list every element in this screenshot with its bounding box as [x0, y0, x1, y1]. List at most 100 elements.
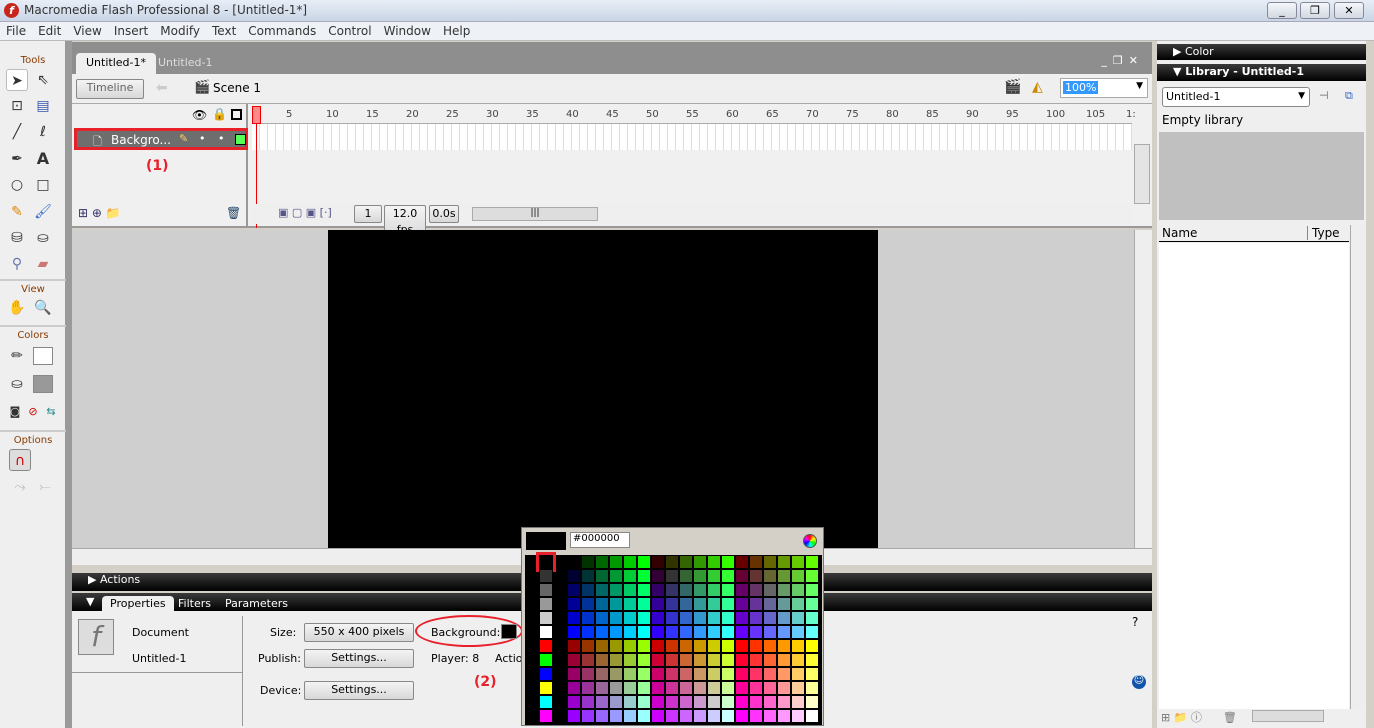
- color-swatch[interactable]: [735, 709, 749, 723]
- menu-modify[interactable]: Modify: [154, 22, 206, 38]
- color-swatch[interactable]: [609, 625, 623, 639]
- playhead[interactable]: [252, 106, 261, 124]
- color-swatch[interactable]: [539, 625, 553, 639]
- column-type[interactable]: Type: [1307, 226, 1340, 240]
- scene-label[interactable]: Scene 1: [213, 81, 261, 95]
- color-swatch[interactable]: [679, 709, 693, 723]
- color-swatch[interactable]: [707, 653, 721, 667]
- library-document-select[interactable]: Untitled-1 ▼: [1162, 87, 1310, 107]
- color-swatch[interactable]: [665, 653, 679, 667]
- library-h-scrollbar[interactable]: [1252, 710, 1324, 722]
- color-swatch[interactable]: [707, 583, 721, 597]
- color-swatch[interactable]: [651, 597, 665, 611]
- color-swatch[interactable]: [777, 625, 791, 639]
- stage-v-scrollbar[interactable]: [1134, 230, 1152, 548]
- color-swatch[interactable]: [749, 709, 763, 723]
- trash-icon[interactable]: 🗑: [226, 206, 241, 220]
- color-swatch[interactable]: [791, 653, 805, 667]
- zoom-select[interactable]: 100% ▼: [1060, 78, 1148, 98]
- color-swatch[interactable]: [637, 597, 651, 611]
- color-swatch[interactable]: [536, 552, 556, 572]
- color-swatch[interactable]: [805, 583, 819, 597]
- collapse-icon[interactable]: ▼: [86, 595, 94, 608]
- visible-dot[interactable]: •: [199, 132, 206, 145]
- color-swatch[interactable]: [721, 681, 735, 695]
- library-v-scrollbar[interactable]: [1350, 225, 1364, 709]
- color-swatch[interactable]: [539, 709, 553, 723]
- color-swatch[interactable]: [567, 625, 581, 639]
- color-swatch[interactable]: [609, 611, 623, 625]
- gradient-transform-icon[interactable]: ▤: [32, 95, 54, 117]
- color-swatch[interactable]: [791, 639, 805, 653]
- color-swatch[interactable]: [777, 667, 791, 681]
- color-swatch[interactable]: [777, 695, 791, 709]
- color-swatch[interactable]: [595, 639, 609, 653]
- color-swatch[interactable]: [637, 695, 651, 709]
- color-swatch[interactable]: [567, 639, 581, 653]
- color-swatch[interactable]: [763, 695, 777, 709]
- color-swatch[interactable]: [721, 625, 735, 639]
- color-swatch[interactable]: [651, 639, 665, 653]
- eye-icon[interactable]: 👁: [192, 108, 207, 122]
- color-swatch[interactable]: [651, 555, 665, 569]
- color-swatch[interactable]: [595, 583, 609, 597]
- color-swatch[interactable]: [693, 611, 707, 625]
- menu-file[interactable]: File: [0, 22, 32, 38]
- color-swatch[interactable]: [707, 555, 721, 569]
- color-swatch[interactable]: [637, 583, 651, 597]
- color-swatch[interactable]: [595, 569, 609, 583]
- color-swatch[interactable]: [791, 569, 805, 583]
- color-swatch[interactable]: [735, 695, 749, 709]
- color-swatch[interactable]: [735, 597, 749, 611]
- layer-outline-color[interactable]: [235, 134, 246, 145]
- color-swatch[interactable]: [693, 583, 707, 597]
- color-swatch[interactable]: [609, 667, 623, 681]
- color-swatch[interactable]: [721, 639, 735, 653]
- color-swatch[interactable]: [679, 569, 693, 583]
- color-swatch[interactable]: [539, 667, 553, 681]
- color-swatch[interactable]: [749, 695, 763, 709]
- color-swatch[interactable]: [665, 583, 679, 597]
- color-swatch[interactable]: [651, 611, 665, 625]
- color-swatch[interactable]: [623, 653, 637, 667]
- snap-magnet-icon[interactable]: ∩: [9, 449, 31, 471]
- color-swatch[interactable]: [623, 709, 637, 723]
- color-swatch[interactable]: [595, 625, 609, 639]
- frame-ruler[interactable]: 1510152025303540455055606570758085909510…: [252, 104, 1136, 124]
- color-swatch[interactable]: [609, 653, 623, 667]
- menu-edit[interactable]: Edit: [32, 22, 67, 38]
- color-swatch[interactable]: [665, 597, 679, 611]
- background-color-swatch[interactable]: [501, 624, 517, 639]
- color-panel-header[interactable]: ▶ Color: [1157, 44, 1366, 60]
- color-swatch[interactable]: [595, 555, 609, 569]
- color-swatch[interactable]: [777, 639, 791, 653]
- color-swatch[interactable]: [637, 639, 651, 653]
- color-swatch[interactable]: [805, 555, 819, 569]
- color-swatch[interactable]: [763, 709, 777, 723]
- color-swatch[interactable]: [805, 611, 819, 625]
- color-swatch[interactable]: [763, 611, 777, 625]
- menu-window[interactable]: Window: [378, 22, 437, 38]
- eraser-icon[interactable]: ▰: [32, 253, 54, 275]
- library-list[interactable]: [1159, 243, 1349, 709]
- color-swatch[interactable]: [581, 639, 595, 653]
- color-swatch[interactable]: [665, 681, 679, 695]
- color-swatch[interactable]: [763, 597, 777, 611]
- color-swatch[interactable]: [539, 639, 553, 653]
- edit-scene-icon[interactable]: 🎬: [1004, 79, 1021, 95]
- accessibility-icon[interactable]: ☺: [1132, 675, 1146, 689]
- color-swatch[interactable]: [651, 653, 665, 667]
- eyedropper-icon[interactable]: ⚲: [6, 253, 28, 275]
- color-swatch[interactable]: [679, 597, 693, 611]
- color-swatch[interactable]: [651, 667, 665, 681]
- color-swatch[interactable]: [623, 681, 637, 695]
- color-swatch[interactable]: [791, 667, 805, 681]
- color-swatch[interactable]: [749, 597, 763, 611]
- unlocked-dot[interactable]: •: [218, 132, 225, 145]
- color-swatch[interactable]: [539, 611, 553, 625]
- color-swatch[interactable]: [735, 611, 749, 625]
- color-swatch[interactable]: [693, 681, 707, 695]
- color-swatch[interactable]: [665, 667, 679, 681]
- color-swatch[interactable]: [609, 709, 623, 723]
- onion-skin-icons[interactable]: ▣ ▢ ▣ [·]: [278, 206, 332, 219]
